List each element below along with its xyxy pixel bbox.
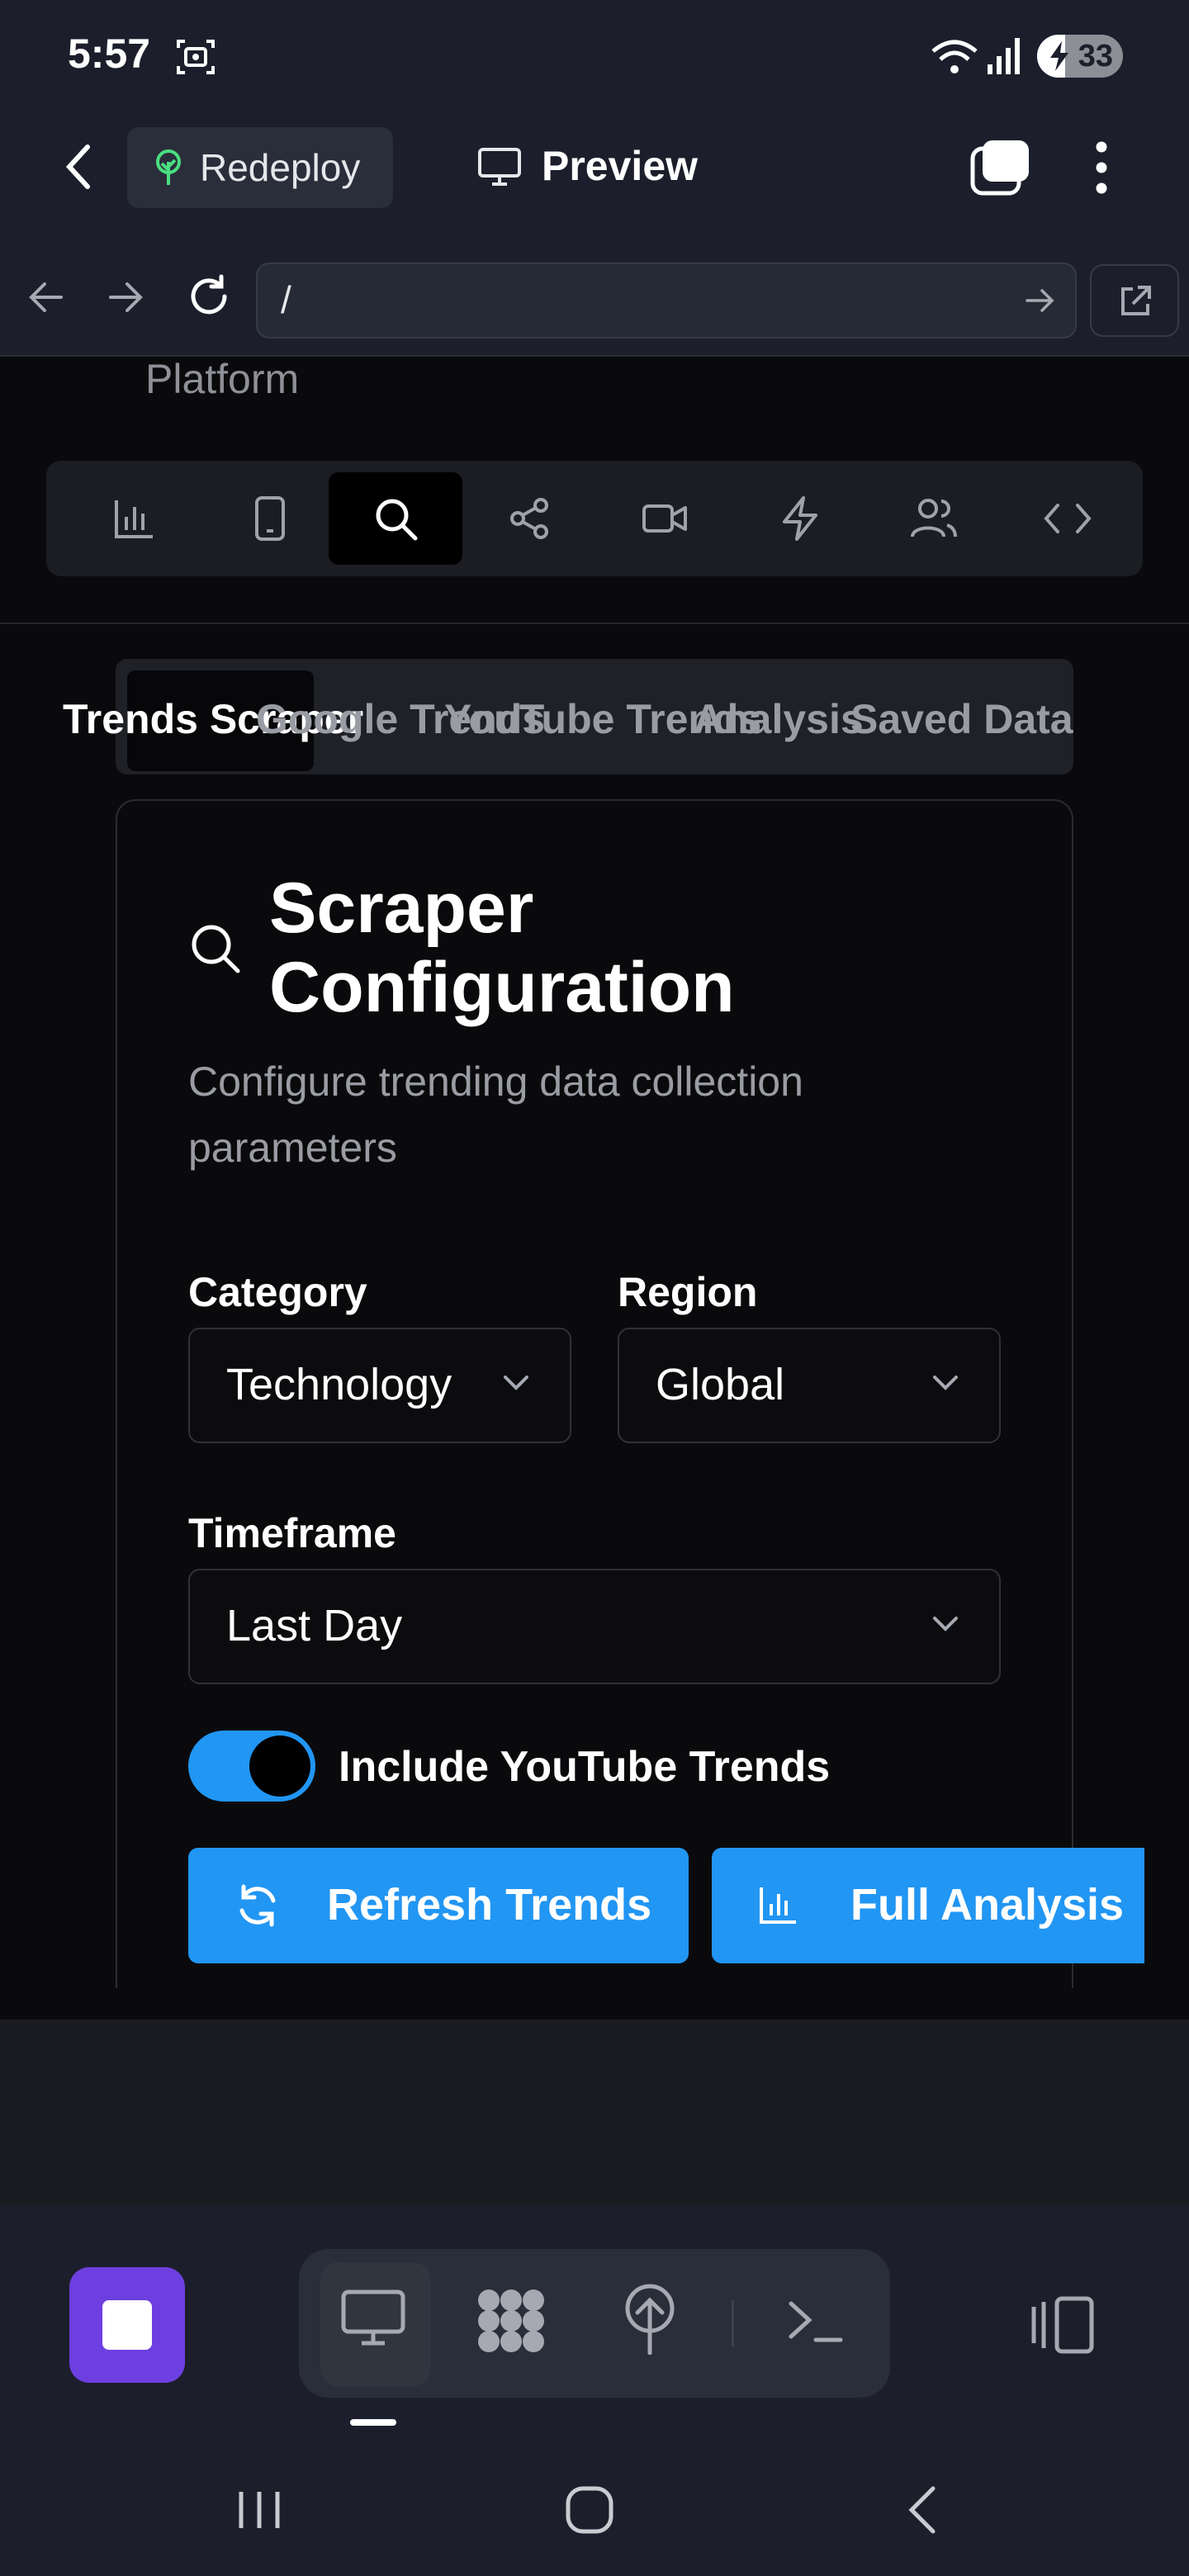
screenshot-icon <box>175 36 216 78</box>
bar-chart-icon <box>760 1887 796 1924</box>
monitor-icon <box>477 147 522 187</box>
toolbar-share-button[interactable] <box>462 472 596 565</box>
bar-chart-icon <box>115 500 153 538</box>
more-menu-icon[interactable] <box>1095 140 1108 195</box>
stop-icon <box>102 2300 152 2350</box>
battery-indicator: 33 <box>1037 35 1123 78</box>
chevron-down-icon <box>933 1376 958 1390</box>
chevron-down-icon <box>933 1617 958 1631</box>
redeploy-label: Redeploy <box>200 146 361 189</box>
system-back-icon[interactable] <box>905 2485 938 2535</box>
timeframe-select[interactable]: Last Day <box>188 1569 1001 1684</box>
browser-forward-icon[interactable] <box>107 281 144 314</box>
go-arrow-icon[interactable] <box>1026 287 1055 314</box>
recent-apps-icon[interactable] <box>236 2488 282 2531</box>
category-value: Technology <box>226 1360 452 1409</box>
toolbar-analytics-button[interactable] <box>68 472 201 565</box>
youtube-trends-toggle-label: Include YouTube Trends <box>339 1743 831 1791</box>
reload-icon[interactable] <box>187 274 231 319</box>
open-external-button[interactable] <box>1090 264 1179 337</box>
url-text: / <box>281 278 291 321</box>
terminal-icon[interactable] <box>786 2297 844 2348</box>
toggle-knob <box>249 1735 310 1797</box>
back-arrow-icon[interactable] <box>63 142 96 192</box>
share-icon <box>510 498 548 539</box>
status-time: 5:57 <box>68 31 151 77</box>
users-icon <box>911 499 957 537</box>
lightning-icon <box>783 496 817 541</box>
signal-icon <box>986 36 1022 76</box>
tabs-switcher-icon[interactable] <box>969 139 1030 197</box>
platform-heading-partial: Platform <box>145 356 300 402</box>
chevron-down-icon <box>504 1376 528 1390</box>
timeframe-label: Timeframe <box>188 1510 396 1556</box>
category-select[interactable]: Technology <box>188 1328 571 1443</box>
deploy-tree-icon <box>152 149 185 187</box>
card-title: Scraper Configuration <box>269 869 735 1027</box>
search-icon <box>188 921 243 976</box>
youtube-trends-toggle[interactable] <box>188 1731 315 1802</box>
refresh-trends-label: Refresh Trends <box>327 1880 652 1930</box>
browser-back-icon[interactable] <box>28 281 64 314</box>
dock-active-indicator <box>350 2419 396 2426</box>
full-analysis-label: Full Analysis <box>850 1880 1125 1930</box>
category-label: Category <box>188 1269 367 1315</box>
region-label: Region <box>618 1269 758 1315</box>
refresh-icon <box>239 1884 276 1927</box>
battery-level: 33 <box>1078 39 1113 73</box>
url-input[interactable] <box>256 263 1077 339</box>
timeframe-value: Last Day <box>226 1601 403 1650</box>
video-icon <box>642 504 687 533</box>
stop-button[interactable] <box>69 2267 185 2383</box>
tab-saved-data[interactable]: Saved Data <box>850 695 1073 743</box>
section-divider <box>0 623 1189 624</box>
toolbar-automation-button[interactable] <box>733 472 867 565</box>
full-analysis-button[interactable]: Full Analysis <box>712 1848 1144 1963</box>
charging-icon <box>1050 41 1068 71</box>
toolbar-mobile-button[interactable] <box>203 472 337 565</box>
tab-analysis[interactable]: Analysis <box>694 695 864 743</box>
home-icon[interactable] <box>565 2485 614 2535</box>
deploy-icon[interactable] <box>623 2284 677 2355</box>
wifi-icon <box>930 36 979 76</box>
preview-title: Preview <box>542 143 699 189</box>
region-value: Global <box>656 1360 785 1409</box>
feature-toolbar <box>46 461 1143 576</box>
code-icon <box>1044 504 1092 533</box>
dock-separator <box>732 2300 734 2346</box>
external-link-icon <box>1121 286 1151 315</box>
toolbar-code-button[interactable] <box>1001 472 1135 565</box>
toolbar-search-button[interactable] <box>329 472 462 565</box>
integrations-icon[interactable] <box>474 2285 548 2356</box>
page-footer-area <box>0 2020 1189 2206</box>
search-icon <box>376 499 418 541</box>
region-select[interactable]: Global <box>618 1328 1001 1443</box>
toolbar-video-button[interactable] <box>598 472 732 565</box>
phone-icon <box>255 496 285 541</box>
card-description: Configure trending data collection param… <box>188 1058 803 1171</box>
toolbar-users-button[interactable] <box>867 472 1001 565</box>
refresh-trends-button[interactable]: Refresh Trends <box>188 1848 689 1963</box>
desktop-view-icon[interactable] <box>340 2289 406 2348</box>
panel-layout-icon[interactable] <box>1026 2295 1097 2355</box>
